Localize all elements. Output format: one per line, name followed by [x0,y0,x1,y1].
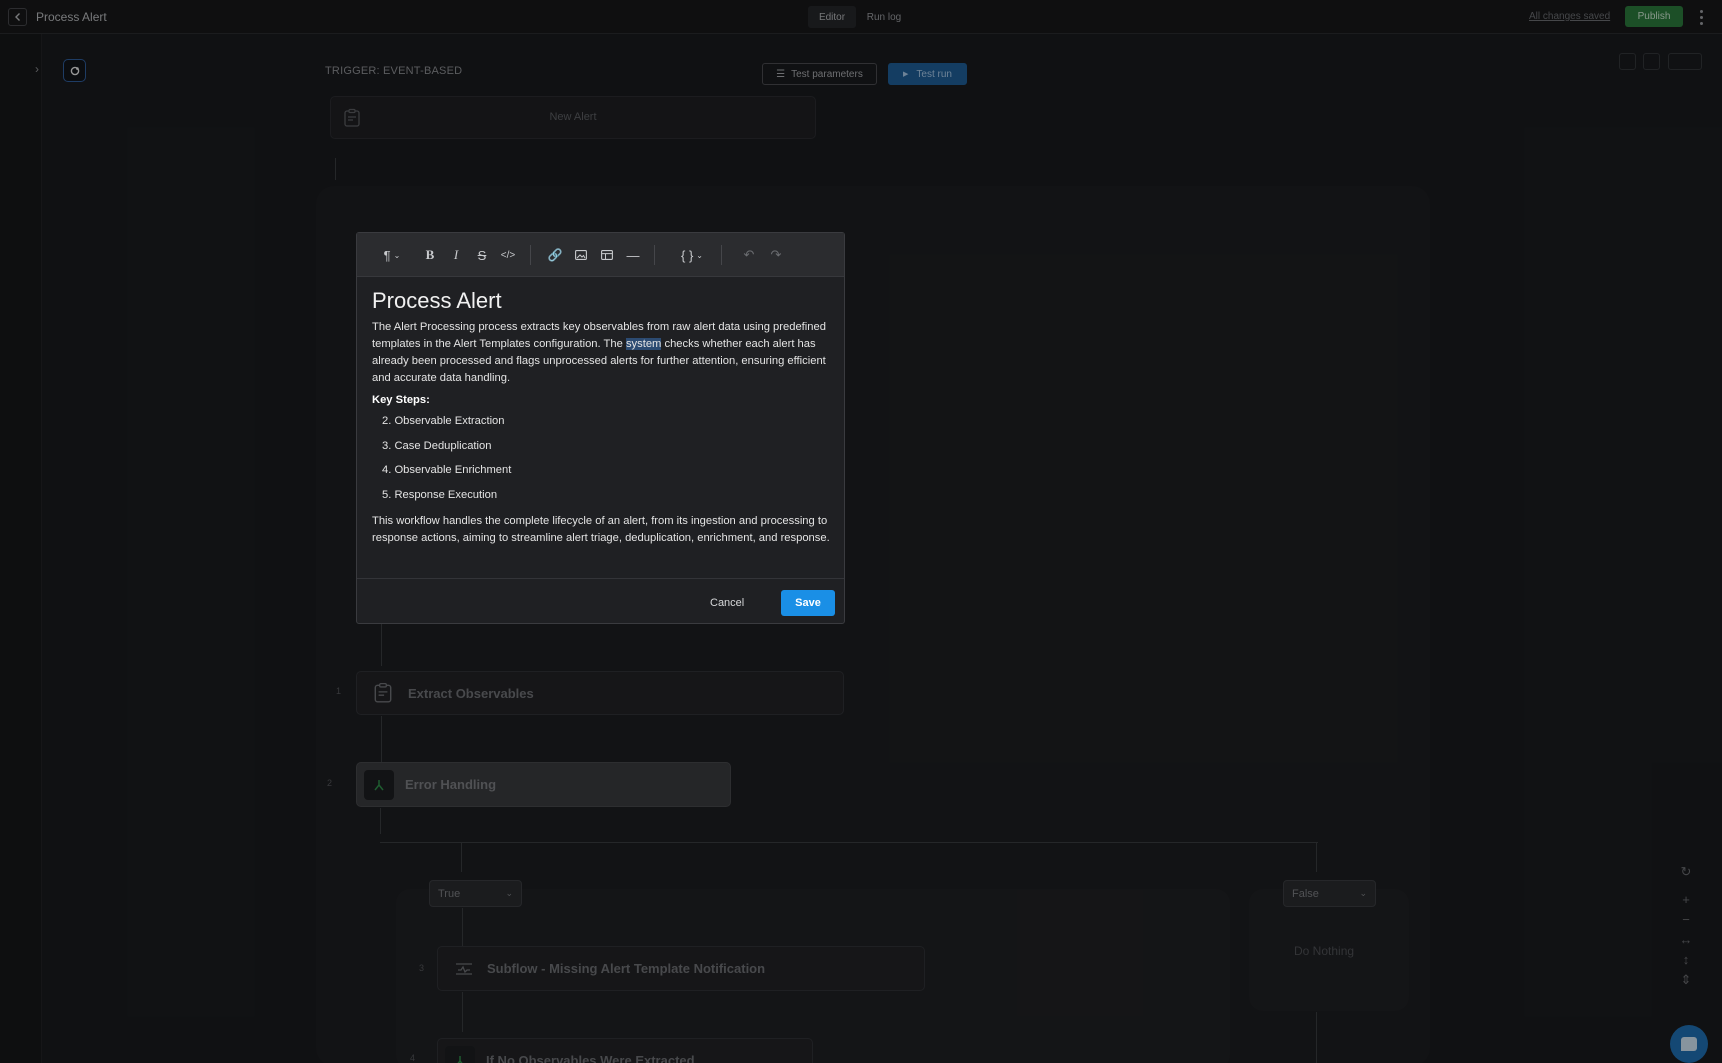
table-icon[interactable] [599,246,615,264]
list-item: 5. Response Execution [382,488,498,501]
code-icon[interactable]: </> [500,246,516,264]
text-selection: system [625,338,662,350]
modal-footer: Cancel Save [357,578,844,623]
pilcrow-icon[interactable]: ¶ ⌄ [379,246,405,264]
horizontal-rule-icon[interactable]: — [625,246,641,264]
doc-paragraph: This workflow handles the complete lifec… [372,515,830,544]
save-button[interactable]: Save [781,590,835,616]
braces-icon[interactable]: { } ⌄ [677,246,707,264]
toolbar-divider [530,245,531,265]
toolbar-divider [721,245,722,265]
steps-list: 2. Observable Extraction 3. Case Dedupli… [372,413,832,511]
editor-toolbar: ¶ ⌄ B I S </> 🔗 — { } ⌄ ↶ ↷ [357,233,844,277]
list-item: 2. Observable Extraction [382,415,505,427]
image-icon[interactable] [573,246,589,264]
editor-content[interactable]: Process Alert The Alert Processing proce… [372,288,832,547]
doc-subheading: Key Steps: [372,394,430,406]
undo-icon[interactable]: ↶ [741,246,757,264]
list-item: 3. Case Deduplication [382,439,492,452]
strikethrough-icon[interactable]: S [475,246,489,264]
link-icon[interactable]: 🔗 [547,246,563,264]
modal-backdrop[interactable] [0,0,1722,1063]
list-item: 4. Observable Enrichment [382,464,512,476]
cancel-button[interactable]: Cancel [710,590,744,616]
bold-icon[interactable]: B [423,246,437,264]
doc-title: Process Alert [372,288,502,313]
description-editor-modal: ¶ ⌄ B I S </> 🔗 — { } ⌄ ↶ ↷ Process Alert … [356,232,845,624]
doc-paragraph: The Alert Processing process extracts ke… [372,321,826,384]
toolbar-divider [654,245,655,265]
italic-icon[interactable]: I [449,246,463,264]
redo-icon[interactable]: ↷ [768,246,784,264]
